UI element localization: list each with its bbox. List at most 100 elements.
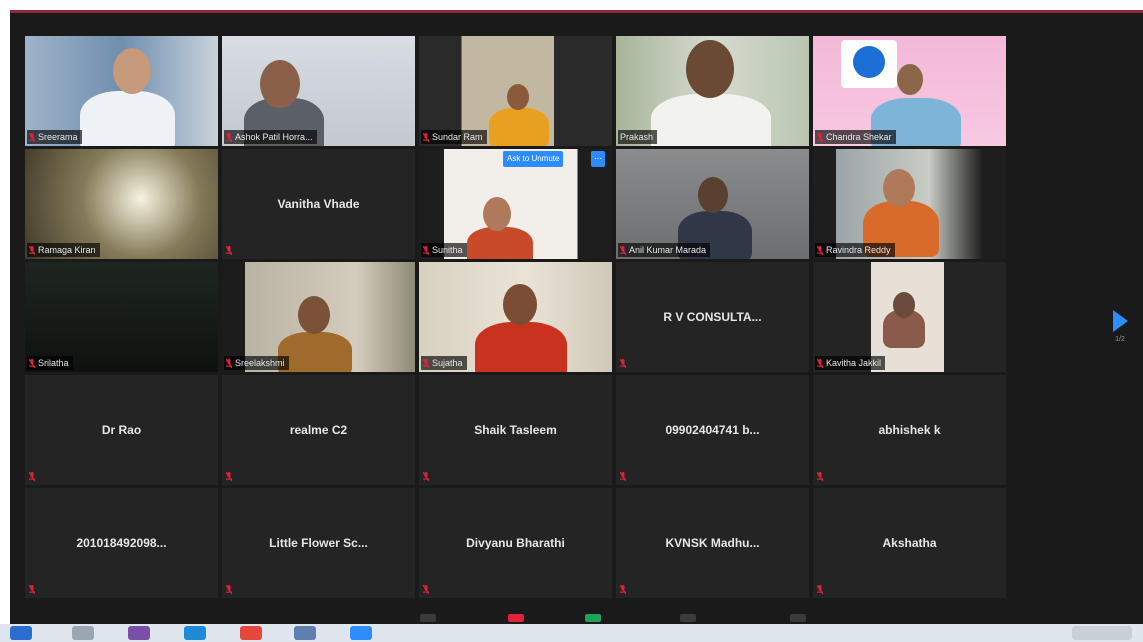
participants-control[interactable] — [680, 614, 696, 622]
participant-tile[interactable]: KVNSK Madhu... — [616, 488, 809, 598]
participant-tile[interactable]: Sundar Ram — [419, 36, 612, 146]
participant-tile[interactable]: Chandra Shekar — [813, 36, 1006, 146]
muted-mic-icon — [423, 132, 429, 142]
participant-tile[interactable]: Vanitha Vhade — [222, 149, 415, 259]
muted-mic-icon — [29, 585, 35, 594]
participant-name-label: Sundar Ram — [421, 130, 487, 144]
participant-name: Vanitha Vhade — [277, 197, 360, 211]
muted-mic-icon — [29, 132, 35, 142]
participant-name: Little Flower Sc... — [269, 536, 368, 550]
participant-name-label: Ravindra Reddy — [815, 243, 895, 257]
participant-name: Sundar Ram — [432, 132, 483, 142]
muted-mic-icon — [226, 358, 232, 368]
search-icon[interactable] — [72, 626, 94, 640]
participant-tile[interactable]: Ravindra Reddy — [813, 149, 1006, 259]
participant-name: 09902404741 b... — [665, 423, 760, 437]
participant-tile[interactable]: Sujatha — [419, 262, 612, 372]
participant-name: KVNSK Madhu... — [665, 536, 760, 550]
ask-to-unmute-button[interactable]: Ask to Unmute — [503, 151, 564, 167]
participant-name-label: Prakash — [618, 130, 658, 144]
muted-mic-icon — [226, 246, 232, 255]
participant-name: Divyanu Bharathi — [466, 536, 565, 550]
participant-tile[interactable]: Ramaga Kiran — [25, 149, 218, 259]
next-page-button[interactable]: 1/2 — [1108, 306, 1132, 346]
more-options-icon[interactable]: ⋯ — [591, 151, 605, 167]
participant-tile[interactable]: abhishek k — [813, 375, 1006, 485]
chevron-right-icon — [1113, 310, 1128, 332]
participant-tile[interactable]: Little Flower Sc... — [222, 488, 415, 598]
participant-name-label: Sreerama — [27, 130, 82, 144]
participant-tile[interactable]: Sreerama — [25, 36, 218, 146]
participant-tile[interactable]: Ashok Patil Horra... — [222, 36, 415, 146]
participant-name: Srilatha — [38, 358, 69, 368]
muted-mic-icon — [817, 358, 823, 368]
participant-tile[interactable]: 201018492098... — [25, 488, 218, 598]
participant-name: 201018492098... — [76, 536, 167, 550]
participant-tile[interactable]: Akshatha — [813, 488, 1006, 598]
start-icon[interactable] — [10, 626, 32, 640]
participant-face — [503, 284, 537, 325]
participant-figure — [489, 108, 549, 146]
page-indicator: 1/2 — [1115, 336, 1125, 343]
participant-tile[interactable]: realme C2 — [222, 375, 415, 485]
participant-name: Prakash — [620, 132, 654, 142]
participant-name-label: Chandra Shekar — [815, 130, 896, 144]
participant-name: Ramaga Kiran — [38, 245, 96, 255]
participant-face — [897, 64, 923, 95]
participant-face — [883, 169, 915, 207]
participant-name: Sunitha — [432, 245, 463, 255]
app-icon[interactable] — [128, 626, 150, 640]
participant-face — [686, 40, 734, 98]
muted-mic-icon — [423, 472, 429, 481]
muted-mic-icon — [620, 359, 626, 368]
window-top-border — [10, 10, 1143, 13]
participant-tile[interactable]: Sunitha Ask to Unmute ⋯ — [419, 149, 612, 259]
edge-icon[interactable] — [184, 626, 206, 640]
participant-name-label: Ramaga Kiran — [27, 243, 100, 257]
participant-tile[interactable]: Kavitha Jakkil — [813, 262, 1006, 372]
participant-name: Kavitha Jakkil — [826, 358, 882, 368]
muted-mic-icon — [817, 585, 823, 594]
muted-mic-icon — [226, 585, 232, 594]
participant-tile[interactable]: Prakash — [616, 36, 809, 146]
participant-tile[interactable]: 09902404741 b... — [616, 375, 809, 485]
participant-figure — [475, 322, 567, 372]
chat-control[interactable] — [790, 614, 806, 622]
participant-name-label: Sujatha — [421, 356, 467, 370]
participant-grid: Sreerama Ashok Patil Horra... Sundar Ram Pr… — [25, 36, 1006, 598]
stop-video-control[interactable] — [508, 614, 524, 622]
participant-name: Sreelakshmi — [235, 358, 285, 368]
participant-name: Anil Kumar Marada — [629, 245, 707, 255]
participant-name: abhishek k — [878, 423, 941, 437]
participant-name-label: Anil Kumar Marada — [618, 243, 711, 257]
system-tray — [1072, 626, 1132, 640]
muted-mic-icon — [29, 358, 35, 368]
muted-mic-icon — [226, 472, 232, 481]
share-screen-control[interactable] — [585, 614, 601, 622]
participant-tile[interactable]: Anil Kumar Marada — [616, 149, 809, 259]
participant-tile[interactable]: Divyanu Bharathi — [419, 488, 612, 598]
file-explorer-icon[interactable] — [294, 626, 316, 640]
participant-tile[interactable]: R V CONSULTA... — [616, 262, 809, 372]
participant-name: Dr Rao — [101, 423, 142, 437]
participant-face — [260, 60, 300, 108]
chrome-icon[interactable] — [240, 626, 262, 640]
participant-figure — [467, 227, 533, 259]
muted-mic-icon — [620, 585, 626, 594]
zoom-icon[interactable] — [350, 626, 372, 640]
participant-tile[interactable]: Dr Rao — [25, 375, 218, 485]
muted-mic-icon — [620, 472, 626, 481]
participant-figure — [80, 91, 175, 146]
participant-name: Akshatha — [882, 536, 937, 550]
participant-name: Sujatha — [432, 358, 463, 368]
participant-tile[interactable]: Shaik Tasleem — [419, 375, 612, 485]
participant-name-label: Kavitha Jakkil — [815, 356, 886, 370]
mute-control[interactable] — [420, 614, 436, 622]
participant-figure — [651, 94, 771, 146]
participant-tile[interactable]: Srilatha — [25, 262, 218, 372]
muted-mic-icon — [817, 245, 823, 255]
participant-name: Sreerama — [38, 132, 78, 142]
participant-name: Shaik Tasleem — [474, 423, 557, 437]
participant-tile[interactable]: Sreelakshmi — [222, 262, 415, 372]
participant-name: Ravindra Reddy — [826, 245, 891, 255]
